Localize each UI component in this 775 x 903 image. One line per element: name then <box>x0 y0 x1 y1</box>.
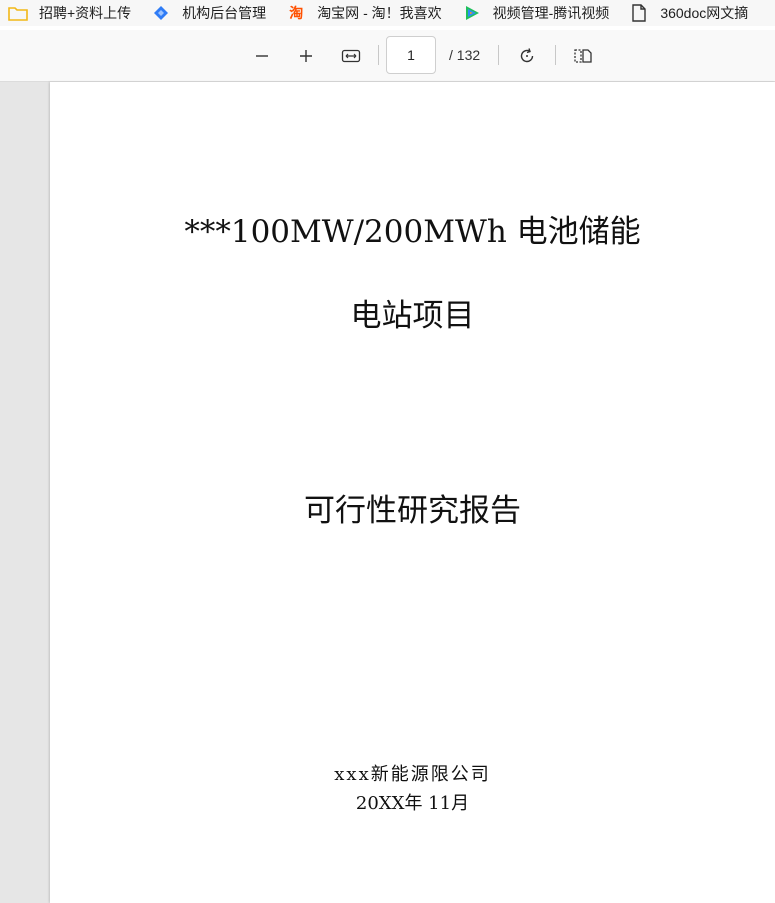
bookmarks-bar: 招聘+资料上传 机构后台管理 淘 淘宝网 - 淘！我喜欢 视频管理-腾讯视频 3… <box>0 0 775 26</box>
plus-icon <box>300 49 312 62</box>
bookmark-label: 淘宝网 - 淘！我喜欢 <box>317 5 442 21</box>
rotate-button[interactable] <box>513 30 541 81</box>
pdf-page: ***100MW/200MWh 电池储能 电站项目 可行性研究报告 xxx新能源… <box>50 82 775 903</box>
toolbar-separator <box>555 45 556 65</box>
pdf-toolbar: / 132 <box>0 30 775 82</box>
bookmark-label: 招聘+资料上传 <box>39 5 132 21</box>
diamond-logo-icon <box>151 4 171 22</box>
document-icon <box>629 4 649 22</box>
zoom-in-button[interactable] <box>292 30 320 81</box>
bookmark-admin-backend[interactable]: 机构后台管理 <box>151 0 266 26</box>
document-title-line1: ***100MW/200MWh 电池储能 <box>184 214 641 250</box>
fit-width-button[interactable] <box>337 30 365 81</box>
zoom-out-button[interactable] <box>248 30 276 81</box>
page-number-input[interactable] <box>386 36 436 74</box>
bookmark-label: 360doc网文摘 <box>660 5 749 21</box>
document-date: 20XX年 11月 <box>355 793 470 814</box>
document-subtitle: 可行性研究报告 <box>304 493 521 529</box>
tencent-video-icon <box>462 4 482 22</box>
company-name: xxx新能源限公司 <box>334 764 491 785</box>
folder-icon <box>8 4 28 22</box>
taobao-icon: 淘 <box>289 5 304 21</box>
two-page-icon <box>574 48 592 63</box>
bookmark-label: 视频管理-腾讯视频 <box>492 5 610 21</box>
bookmark-label: 机构后台管理 <box>182 5 267 21</box>
rotate-icon <box>520 47 534 62</box>
two-page-view-button[interactable] <box>569 30 597 81</box>
fit-width-icon <box>341 49 361 62</box>
bookmark-recruit-upload[interactable]: 招聘+资料上传 <box>8 0 131 26</box>
bookmark-360doc[interactable]: 360doc网文摘 <box>629 0 748 26</box>
document-title-line2: 电站项目 <box>350 298 475 334</box>
pdf-viewer[interactable]: ***100MW/200MWh 电池储能 电站项目 可行性研究报告 xxx新能源… <box>0 82 775 903</box>
page-total-label: / 132 <box>449 47 481 63</box>
minus-icon <box>256 54 268 57</box>
bookmark-tencent-video[interactable]: 视频管理-腾讯视频 <box>462 0 610 26</box>
bookmark-taobao[interactable]: 淘 淘宝网 - 淘！我喜欢 <box>286 0 441 26</box>
toolbar-separator <box>378 45 379 65</box>
toolbar-separator <box>498 45 499 65</box>
